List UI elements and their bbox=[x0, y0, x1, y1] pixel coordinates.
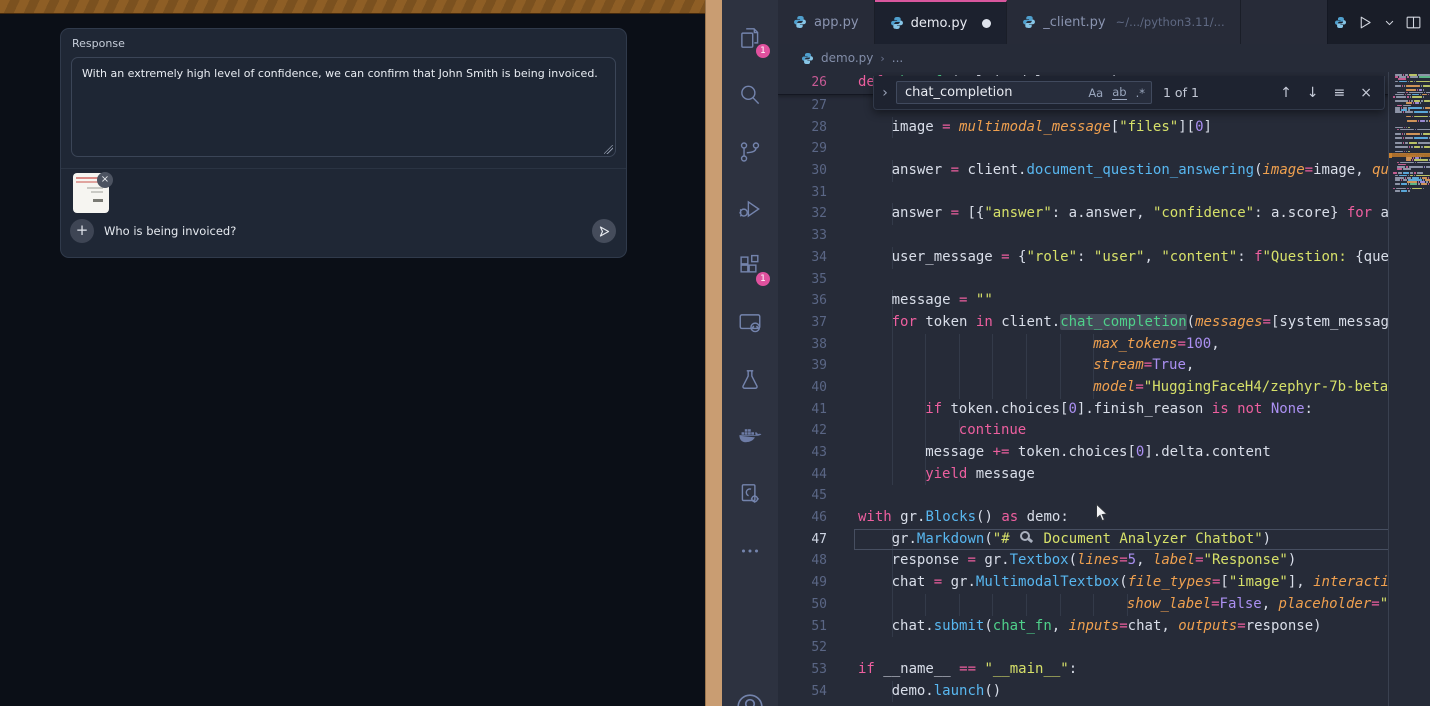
run-debug-icon[interactable] bbox=[726, 180, 774, 237]
python-icon bbox=[1022, 15, 1036, 29]
desktop-gap bbox=[705, 0, 723, 706]
find-widget: › chat_completion Aa ab .* 1 of 1 ↑ ↓ ≡ … bbox=[873, 76, 1385, 110]
split-editor-button[interactable] bbox=[1405, 14, 1422, 31]
breadcrumb-separator: › bbox=[880, 52, 884, 65]
code-line[interactable]: 29 bbox=[778, 138, 1430, 160]
response-textbox[interactable]: With an extremely high level of confiden… bbox=[71, 57, 616, 157]
find-close-button[interactable]: × bbox=[1360, 85, 1372, 101]
code-line[interactable]: 53if __name__ == "__main__": bbox=[778, 659, 1430, 681]
code-line[interactable]: 32answer = [{"answer": a.answer, "confid… bbox=[778, 203, 1430, 225]
resize-handle-icon[interactable] bbox=[604, 145, 613, 154]
extensions-badge: 1 bbox=[756, 272, 770, 286]
code-line[interactable]: 55 bbox=[778, 702, 1430, 706]
tab-bar: app.py demo.py _client.py ~/.../python3.… bbox=[778, 0, 1430, 44]
code-line[interactable]: 51chat.submit(chat_fn, inputs=chat, outp… bbox=[778, 616, 1430, 638]
overview-ruler-find-tick bbox=[1389, 153, 1392, 158]
code-line[interactable]: 43message += token.choices[0].delta.cont… bbox=[778, 442, 1430, 464]
breadcrumb-more[interactable]: ... bbox=[892, 51, 903, 65]
code-line[interactable]: 49chat = gr.MultimodalTextbox(file_types… bbox=[778, 572, 1430, 594]
code-editor[interactable]: 26def chat_fn(multimodal_message): 2728i… bbox=[778, 72, 1430, 706]
find-next-button[interactable]: ↓ bbox=[1307, 85, 1319, 101]
code-line[interactable]: 38max_tokens=100, bbox=[778, 334, 1430, 356]
search-icon[interactable] bbox=[726, 66, 774, 123]
code-line[interactable]: 28image = multimodal_message["files"][0] bbox=[778, 117, 1430, 139]
code-lines: 2728image = multimodal_message["files"][… bbox=[778, 95, 1430, 706]
breadcrumb-file[interactable]: demo.py bbox=[821, 51, 873, 65]
gradio-panel: Response With an extremely high level of… bbox=[60, 28, 627, 258]
whole-word-toggle[interactable]: ab bbox=[1112, 85, 1126, 100]
find-query-text[interactable]: chat_completion bbox=[905, 85, 1079, 100]
gradio-app-window: Response With an extremely high level of… bbox=[0, 0, 705, 706]
panel-divider bbox=[61, 168, 626, 169]
code-line[interactable]: 30answer = client.document_question_answ… bbox=[778, 160, 1430, 182]
code-line[interactable]: 35 bbox=[778, 269, 1430, 291]
vscode-window: 1 1 bbox=[722, 0, 1430, 706]
code-line[interactable]: 52 bbox=[778, 637, 1430, 659]
code-line[interactable]: 37for token in client.chat_completion(me… bbox=[778, 312, 1430, 334]
code-line[interactable]: 50show_label=False, placeholder="Ask a q… bbox=[778, 594, 1430, 616]
python-icon bbox=[890, 16, 904, 30]
regex-toggle[interactable]: .* bbox=[1136, 86, 1145, 100]
response-label: Response bbox=[72, 37, 125, 50]
remove-attachment-button[interactable]: × bbox=[97, 172, 113, 188]
toggle-replace-chevron-icon[interactable]: › bbox=[874, 85, 896, 101]
code-line[interactable]: 44yield message bbox=[778, 464, 1430, 486]
python-icon bbox=[1334, 16, 1347, 29]
tab-label: demo.py bbox=[911, 16, 968, 31]
tab-client-py[interactable]: _client.py ~/.../python3.11/... bbox=[1007, 0, 1240, 44]
remote-explorer-icon[interactable] bbox=[726, 294, 774, 351]
find-in-selection-button[interactable]: ≡ bbox=[1334, 85, 1346, 101]
tab-app-py[interactable]: app.py bbox=[778, 0, 875, 44]
source-control-icon[interactable] bbox=[726, 123, 774, 180]
code-line[interactable]: 54demo.launch() bbox=[778, 681, 1430, 703]
code-line[interactable]: 46with gr.Blocks() as demo: bbox=[778, 507, 1430, 529]
code-line[interactable]: 39stream=True, bbox=[778, 355, 1430, 377]
code-line[interactable]: 36message = "" bbox=[778, 290, 1430, 312]
send-icon bbox=[598, 225, 611, 238]
send-button[interactable] bbox=[592, 219, 616, 243]
code-line[interactable]: 48response = gr.Textbox(lines=5, label="… bbox=[778, 550, 1430, 572]
breadcrumb[interactable]: demo.py › ... bbox=[778, 44, 1430, 72]
docker-icon[interactable] bbox=[726, 408, 774, 465]
modified-dot-icon[interactable] bbox=[982, 19, 991, 28]
minimap-find-highlight bbox=[1389, 153, 1430, 157]
code-line[interactable]: 33 bbox=[778, 225, 1430, 247]
code-line[interactable]: 31 bbox=[778, 182, 1430, 204]
code-line[interactable]: 42continue bbox=[778, 420, 1430, 442]
code-line[interactable]: 40model="HuggingFaceH4/zephyr-7b-beta"): bbox=[778, 377, 1430, 399]
explorer-badge: 1 bbox=[756, 44, 770, 58]
tab-demo-py[interactable]: demo.py bbox=[875, 0, 1008, 44]
python-icon bbox=[801, 52, 814, 65]
code-line[interactable]: 41if token.choices[0].finish_reason is n… bbox=[778, 399, 1430, 421]
more-actions-icon[interactable] bbox=[726, 522, 774, 579]
chat-input-text[interactable]: Who is being invoiced? bbox=[104, 219, 236, 243]
code-line[interactable]: 45 bbox=[778, 485, 1430, 507]
find-input[interactable]: chat_completion Aa ab .* bbox=[896, 81, 1152, 104]
browser-titlebar bbox=[0, 0, 705, 14]
add-file-button[interactable]: + bbox=[70, 219, 94, 243]
minimap[interactable] bbox=[1388, 72, 1430, 706]
tab-label: _client.py bbox=[1043, 15, 1105, 30]
container-tools-icon[interactable] bbox=[726, 465, 774, 522]
match-case-toggle[interactable]: Aa bbox=[1088, 86, 1103, 100]
extensions-icon[interactable]: 1 bbox=[726, 237, 774, 294]
code-line[interactable]: 34user_message = {"role": "user", "conte… bbox=[778, 247, 1430, 269]
testing-icon[interactable] bbox=[726, 351, 774, 408]
run-button[interactable] bbox=[1357, 14, 1374, 31]
tab-path-hint: ~/.../python3.11/... bbox=[1116, 15, 1225, 29]
find-actions: ↑ ↓ ≡ × bbox=[1280, 85, 1384, 101]
find-previous-button[interactable]: ↑ bbox=[1280, 85, 1292, 101]
code-line[interactable]: 47gr.Markdown("# Document Analyzer Chatb… bbox=[778, 529, 1430, 551]
python-icon bbox=[793, 15, 807, 29]
activity-bar: 1 1 bbox=[722, 0, 778, 706]
screen: Response With an extremely high level of… bbox=[0, 0, 1430, 706]
account-icon[interactable] bbox=[722, 692, 778, 706]
editor-actions bbox=[1327, 0, 1430, 44]
tab-label: app.py bbox=[814, 15, 859, 30]
run-dropdown-chevron-icon[interactable] bbox=[1384, 17, 1395, 28]
response-text: With an extremely high level of confiden… bbox=[82, 67, 598, 80]
find-results-count: 1 of 1 bbox=[1163, 85, 1199, 100]
explorer-icon[interactable]: 1 bbox=[726, 9, 774, 66]
